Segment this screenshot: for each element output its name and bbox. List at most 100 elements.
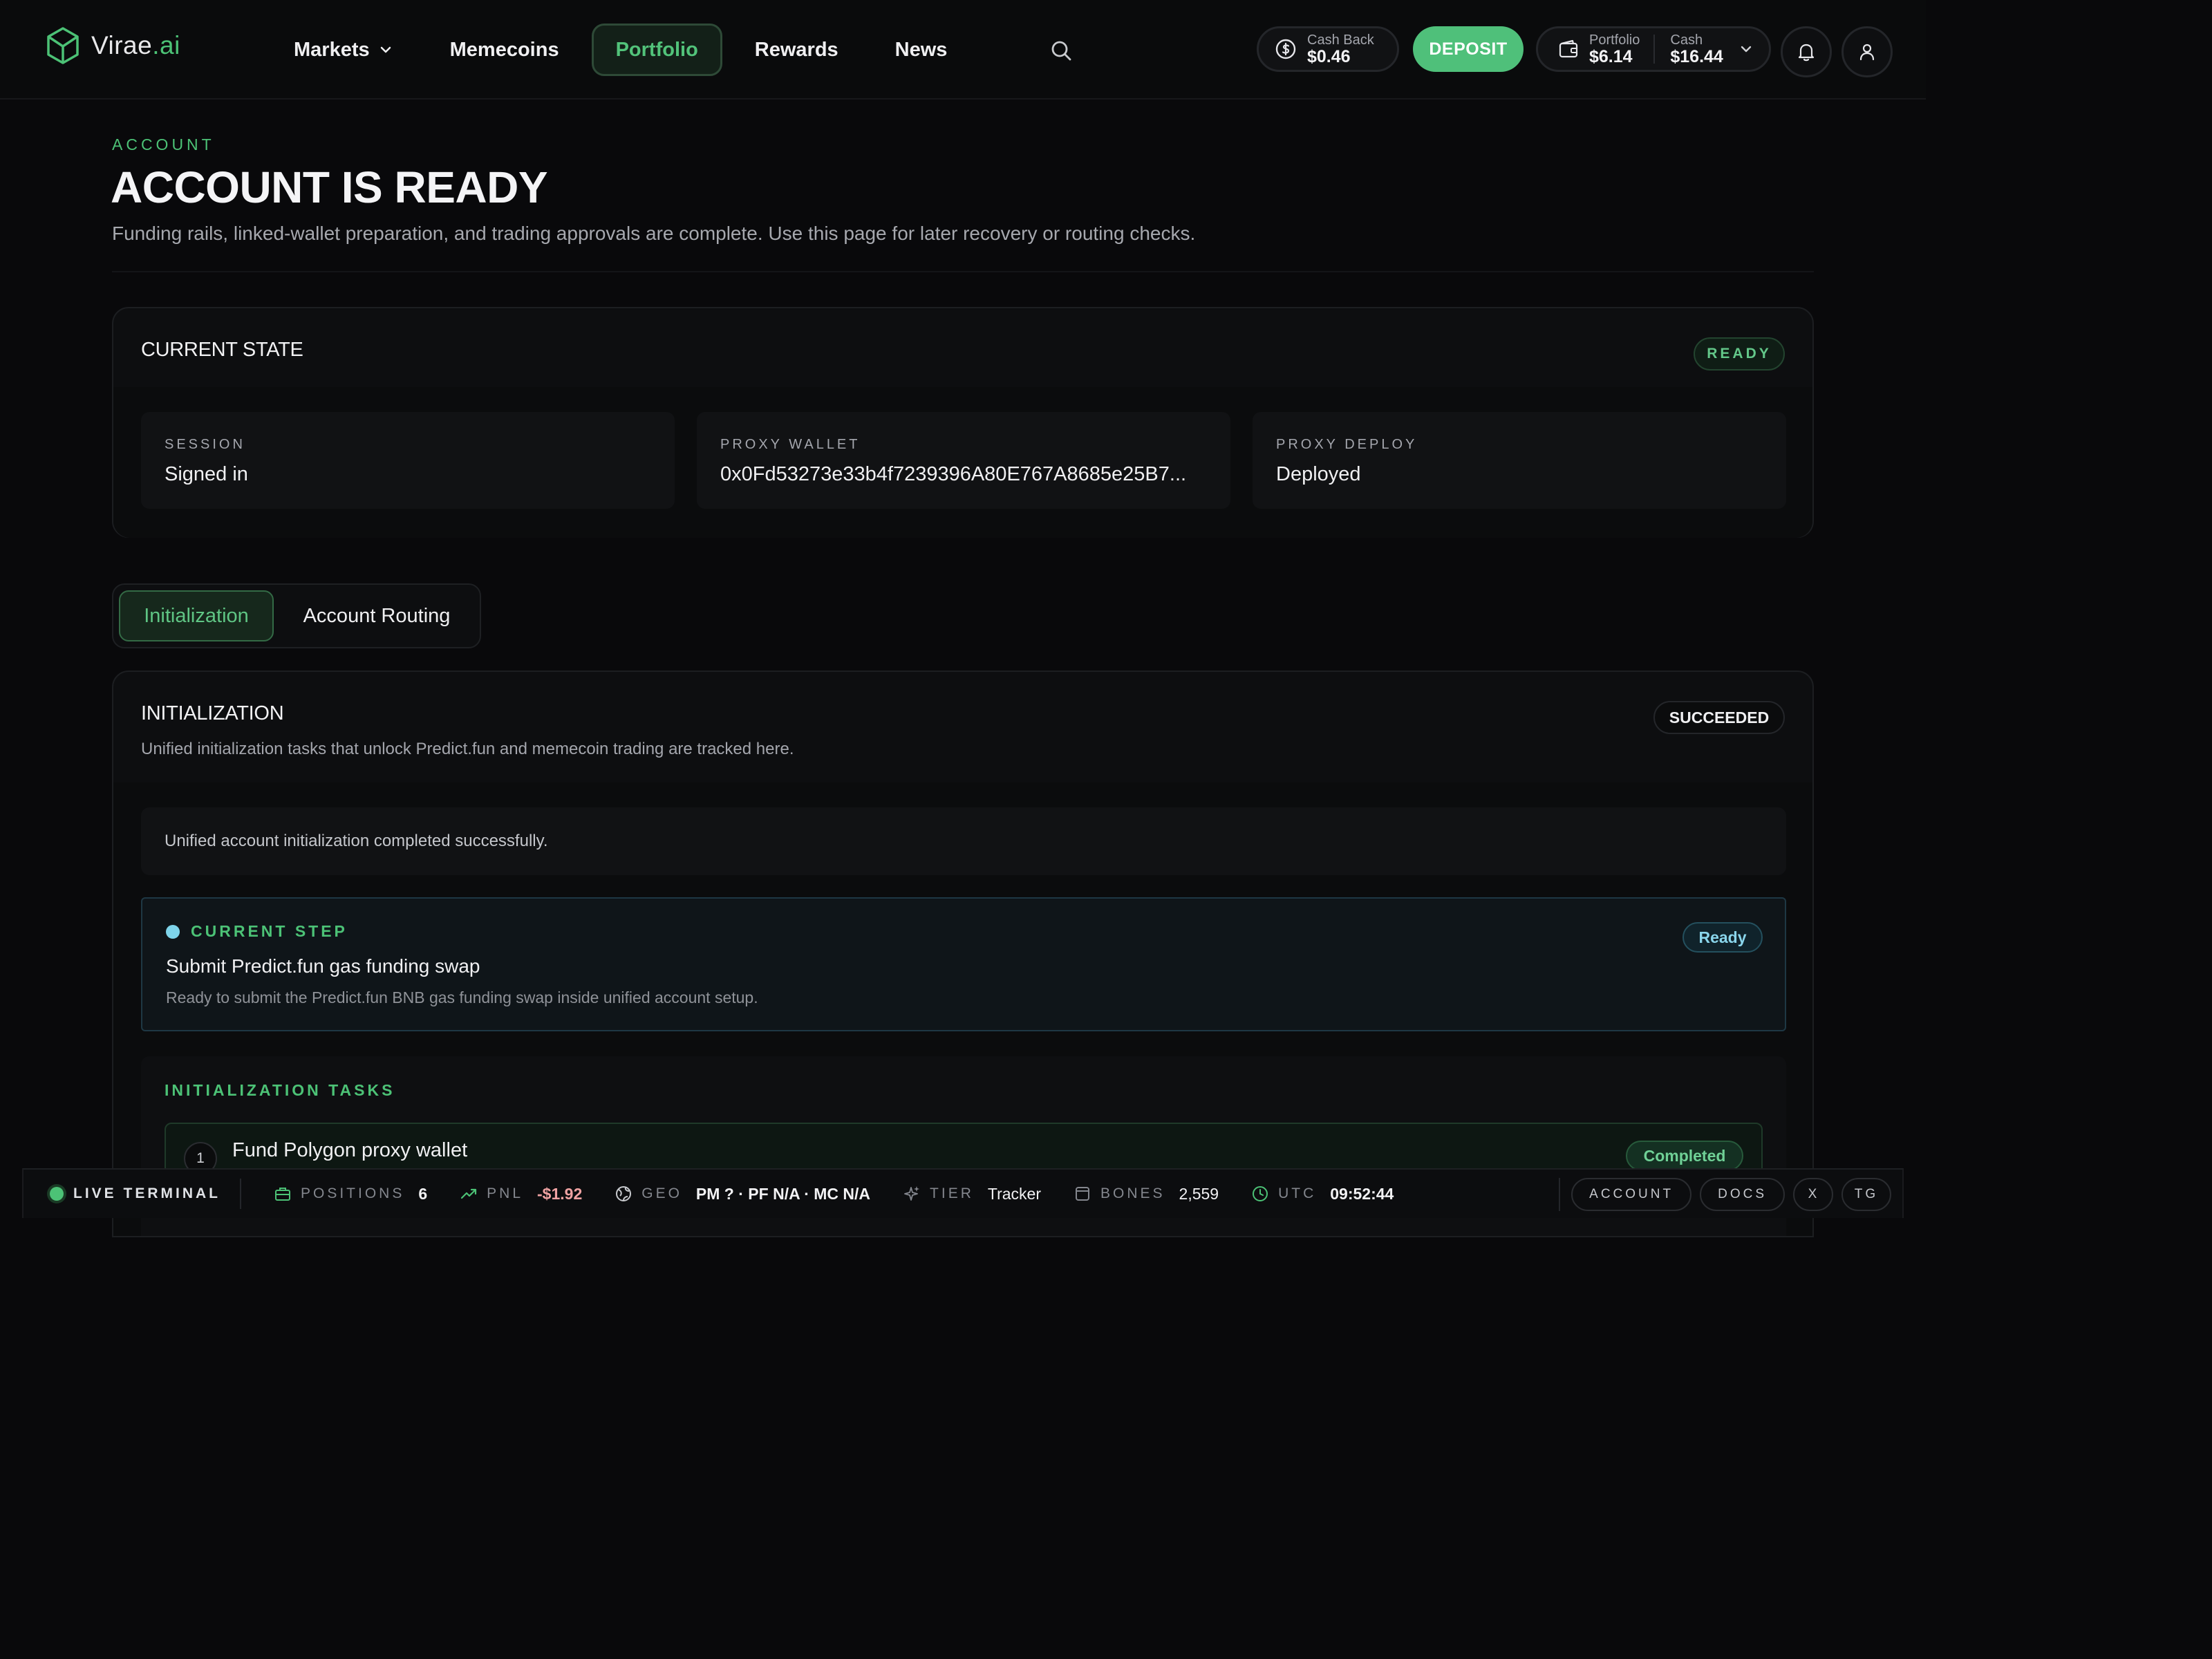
pnl-stat: PNL -$1.92 <box>459 1184 582 1203</box>
wallet-balance-pill[interactable]: Portfolio $6.14 Cash $16.44 <box>1536 26 1771 72</box>
field-value: Signed in <box>165 463 248 485</box>
geo-stat: GEO PM ? · PF N/A · MC N/A <box>614 1184 870 1203</box>
search-button[interactable] <box>1044 33 1078 68</box>
tier-value: Tracker <box>987 1184 1041 1203</box>
utc-clock: UTC 09:52:44 <box>1250 1184 1394 1203</box>
globe-icon <box>616 1186 632 1201</box>
bell-icon <box>1798 44 1815 62</box>
positions-value: 6 <box>418 1184 428 1203</box>
tab-initialization[interactable]: Initialization <box>119 590 274 641</box>
page-eyebrow: ACCOUNT <box>112 135 215 153</box>
field-value[interactable]: 0x0Fd53273e33b4f7239396A80E767A8685e25B7… <box>720 463 1186 486</box>
nav-item-portfolio[interactable]: Portfolio <box>591 24 722 76</box>
wallet-icon <box>1559 39 1578 58</box>
proxy-wallet-field: PROXY WALLET 0x0Fd53273e33b4f7239396A80E… <box>697 412 1230 509</box>
nav-item-news[interactable]: News <box>871 24 972 76</box>
step-status-dot <box>166 925 180 939</box>
pill-divider <box>1653 35 1656 64</box>
main-nav: Markets Memecoins Portfolio Rewards News <box>270 24 971 76</box>
live-terminal-label: LIVE TERMINAL <box>73 1185 221 1201</box>
initialization-subtitle: Unified initialization tasks that unlock… <box>141 740 794 758</box>
nav-item-label: Memecoins <box>449 38 559 61</box>
tier-stat: TIER Tracker <box>902 1184 1041 1203</box>
geo-label: GEO <box>641 1185 682 1201</box>
chevron-down-icon <box>380 46 391 53</box>
session-field: SESSION Signed in <box>141 412 675 509</box>
status-badge: SUCCEEDED <box>1653 701 1785 734</box>
bones-stat: BONES 2,559 <box>1073 1184 1219 1203</box>
geo-value: PM ? · PF N/A · MC N/A <box>695 1184 871 1203</box>
cashback-value: $0.46 <box>1307 46 1351 66</box>
search-icon <box>1051 41 1071 61</box>
footer-links: ACCOUNT DOCS X TG <box>1559 1178 1891 1211</box>
field-label: PROXY DEPLOY <box>1276 437 1418 452</box>
cashback-info: Cash Back $0.46 <box>1307 33 1374 66</box>
nav-item-label: Rewards <box>754 38 838 61</box>
brand-logo[interactable]: Virae.ai <box>46 26 180 65</box>
live-terminal-indicator: LIVE TERMINAL <box>24 1179 241 1209</box>
pnl-value: -$1.92 <box>537 1184 583 1203</box>
page-description: Funding rails, linked-wallet preparation… <box>112 223 1196 244</box>
bones-value: 2,559 <box>1179 1184 1219 1203</box>
clock-icon <box>1253 1186 1268 1201</box>
task-status-badge: Completed <box>1626 1141 1743 1171</box>
initialization-title: INITIALIZATION <box>141 702 284 724</box>
account-link[interactable]: ACCOUNT <box>1571 1178 1692 1211</box>
step-status-badge: Ready <box>1683 922 1763 953</box>
cash-value: $16.44 <box>1670 46 1723 66</box>
current-step-label: CURRENT STEP <box>191 922 348 940</box>
tab-account-routing[interactable]: Account Routing <box>285 590 469 641</box>
box-icon <box>1076 1187 1089 1201</box>
current-step-title: Submit Predict.fun gas funding swap <box>166 955 480 977</box>
initialization-card: INITIALIZATION SUCCEEDED Unified initial… <box>112 671 1814 1237</box>
x-link[interactable]: X <box>1793 1178 1833 1211</box>
status-bar: LIVE TERMINAL POSITIONS 6 PNL -$1.92 GEO… <box>22 1168 1904 1218</box>
proxy-deploy-field: PROXY DEPLOY Deployed <box>1253 412 1786 509</box>
user-icon <box>1859 44 1875 61</box>
current-state-card: CURRENT STATE READY SESSION Signed in PR… <box>112 307 1814 538</box>
briefcase-icon <box>275 1188 290 1201</box>
portfolio-balance: Portfolio $6.14 <box>1589 33 1640 66</box>
docs-link[interactable]: DOCS <box>1700 1178 1785 1211</box>
field-label: PROXY WALLET <box>720 437 861 452</box>
tier-label: TIER <box>930 1185 974 1201</box>
pnl-label: PNL <box>487 1185 524 1201</box>
page-title: ACCOUNT IS READY <box>111 162 548 212</box>
field-label: SESSION <box>165 437 245 452</box>
field-value: Deployed <box>1276 463 1361 485</box>
telegram-link[interactable]: TG <box>1841 1178 1891 1211</box>
cashback-pill[interactable]: Cash Back $0.46 <box>1257 26 1399 72</box>
deposit-button[interactable]: DEPOSIT <box>1413 26 1524 72</box>
current-step-panel: CURRENT STEP Ready Submit Predict.fun ga… <box>141 897 1786 1031</box>
cash-label: Cash <box>1670 32 1703 48</box>
current-step-description: Ready to submit the Predict.fun BNB gas … <box>166 988 758 1006</box>
nav-item-label: Portfolio <box>615 38 698 61</box>
user-menu-button[interactable] <box>1841 26 1893 77</box>
task-title: Fund Polygon proxy wallet <box>232 1139 468 1161</box>
positions-stat[interactable]: POSITIONS 6 <box>273 1184 427 1203</box>
tasks-heading: INITIALIZATION TASKS <box>165 1081 395 1099</box>
cashback-label: Cash Back <box>1307 32 1374 48</box>
cash-balance: Cash $16.44 <box>1670 33 1723 66</box>
utc-value: 09:52:44 <box>1330 1184 1394 1203</box>
chevron-down-icon <box>1741 46 1752 53</box>
header-divider <box>112 271 1814 272</box>
app-window: Virae.ai Markets Memecoins Portfolio Rew… <box>0 0 1926 1237</box>
nav-item-rewards[interactable]: Rewards <box>731 24 863 76</box>
cube-logo-icon <box>47 27 79 64</box>
live-dot-icon <box>50 1187 64 1201</box>
initialization-message: Unified account initialization completed… <box>141 807 1786 875</box>
brand-name: Virae.ai <box>91 31 180 59</box>
bones-label: BONES <box>1100 1185 1165 1201</box>
nav-item-label: Markets <box>294 38 370 61</box>
sparkles-icon <box>904 1186 920 1201</box>
nav-item-label: News <box>894 38 948 61</box>
notifications-button[interactable] <box>1781 26 1832 77</box>
dollar-circle-icon <box>1275 39 1296 59</box>
nav-item-markets[interactable]: Markets <box>270 24 418 76</box>
status-badge: READY <box>1694 337 1785 371</box>
positions-label: POSITIONS <box>301 1185 405 1201</box>
current-state-title: CURRENT STATE <box>141 339 303 361</box>
nav-item-memecoins[interactable]: Memecoins <box>426 24 583 76</box>
top-navigation-bar: Virae.ai Markets Memecoins Portfolio Rew… <box>0 0 1926 100</box>
